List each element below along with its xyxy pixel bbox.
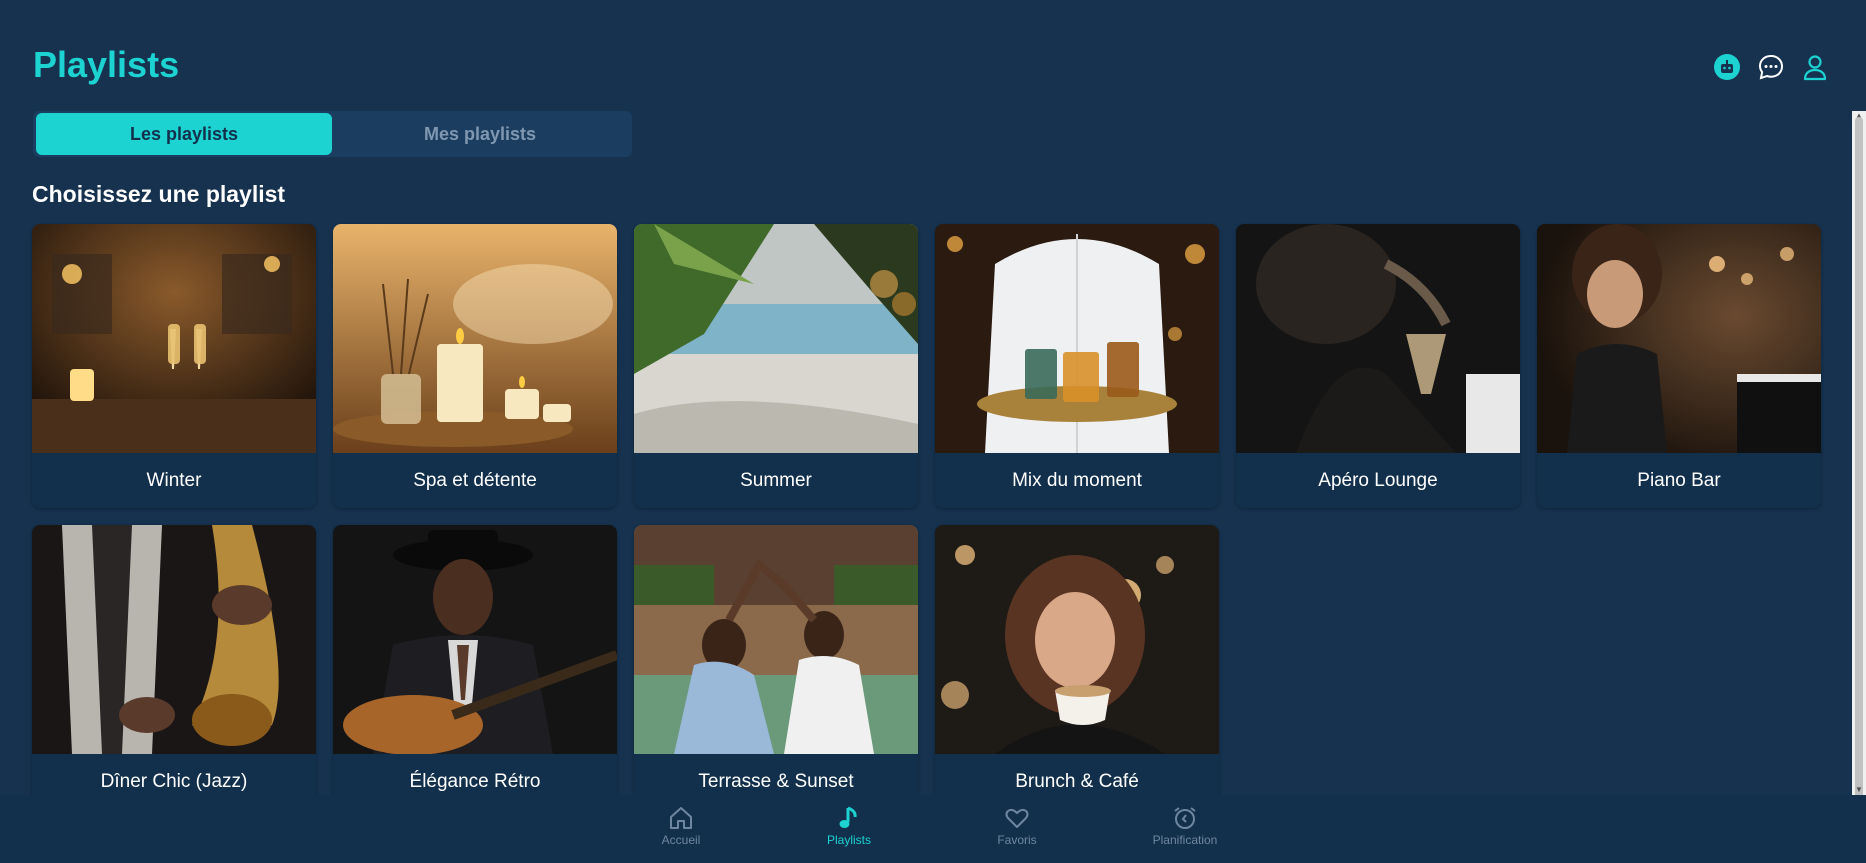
playlist-name: Spa et détente bbox=[413, 469, 537, 491]
playlist-image bbox=[32, 525, 316, 754]
nav-label: Playlists bbox=[826, 833, 871, 847]
scrollbar[interactable]: ▲ ▼ bbox=[1852, 111, 1866, 807]
playlist-image bbox=[935, 525, 1219, 754]
heart-icon bbox=[1005, 808, 1029, 828]
user-icon[interactable] bbox=[1800, 52, 1830, 82]
nav-item-favoris[interactable]: Favoris bbox=[962, 805, 1072, 847]
playlist-card-terrasse-sunset[interactable]: Terrasse & Sunset bbox=[634, 525, 918, 809]
tab-les-playlists[interactable]: Les playlists bbox=[36, 113, 332, 155]
section-title: Choisissez une playlist bbox=[32, 181, 286, 207]
playlist-image bbox=[333, 525, 617, 754]
robot-icon[interactable] bbox=[1712, 52, 1742, 82]
alarm-clock-icon bbox=[1174, 807, 1196, 829]
playlist-card-piano-bar[interactable]: Piano Bar bbox=[1537, 224, 1821, 508]
playlist-image bbox=[634, 224, 918, 453]
playlist-image bbox=[935, 224, 1219, 453]
home-icon bbox=[670, 807, 692, 829]
tab-mes-playlists[interactable]: Mes playlists bbox=[332, 113, 628, 155]
playlist-card-apero-lounge[interactable]: Apéro Lounge bbox=[1236, 224, 1520, 508]
page-title: Playlists bbox=[33, 44, 180, 85]
nav-label: Accueil bbox=[661, 833, 701, 847]
music-note-icon bbox=[839, 806, 857, 828]
playlist-name: Summer bbox=[740, 469, 812, 491]
playlist-card-elegance-retro[interactable]: Élégance Rétro bbox=[333, 525, 617, 809]
playlist-tabs: Les playlists Mes playlists bbox=[33, 111, 632, 157]
playlist-card-winter[interactable]: Winter bbox=[32, 224, 316, 508]
nav-item-playlists[interactable]: Playlists bbox=[794, 805, 904, 847]
bottom-nav: Accueil Playlists Favoris Planification bbox=[0, 795, 1866, 863]
scroll-thumb[interactable] bbox=[1855, 117, 1863, 807]
playlist-card-spa[interactable]: Spa et détente bbox=[333, 224, 617, 508]
playlist-image bbox=[1236, 224, 1520, 453]
scroll-down-arrow[interactable]: ▼ bbox=[1854, 785, 1864, 795]
playlist-image bbox=[1537, 224, 1821, 453]
playlist-card-diner-chic[interactable]: Dîner Chic (Jazz) bbox=[32, 525, 316, 809]
header-actions bbox=[1712, 52, 1830, 82]
playlist-card-brunch-cafe[interactable]: Brunch & Café bbox=[935, 525, 1219, 809]
playlist-name: Mix du moment bbox=[1012, 469, 1142, 491]
nav-label: Favoris bbox=[997, 833, 1037, 847]
playlist-image bbox=[32, 224, 316, 453]
nav-item-accueil[interactable]: Accueil bbox=[626, 805, 736, 847]
nav-item-planification[interactable]: Planification bbox=[1130, 805, 1240, 847]
playlist-name: Piano Bar bbox=[1637, 469, 1721, 491]
playlist-card-mix-du-moment[interactable]: Mix du moment bbox=[935, 224, 1219, 508]
chat-icon[interactable] bbox=[1756, 52, 1786, 82]
playlist-name: Winter bbox=[146, 469, 202, 491]
playlist-card-summer[interactable]: Summer bbox=[634, 224, 918, 508]
nav-label: Planification bbox=[1152, 833, 1218, 847]
playlist-image bbox=[333, 224, 617, 453]
playlist-image bbox=[634, 525, 918, 754]
playlist-name: Apéro Lounge bbox=[1318, 469, 1438, 491]
